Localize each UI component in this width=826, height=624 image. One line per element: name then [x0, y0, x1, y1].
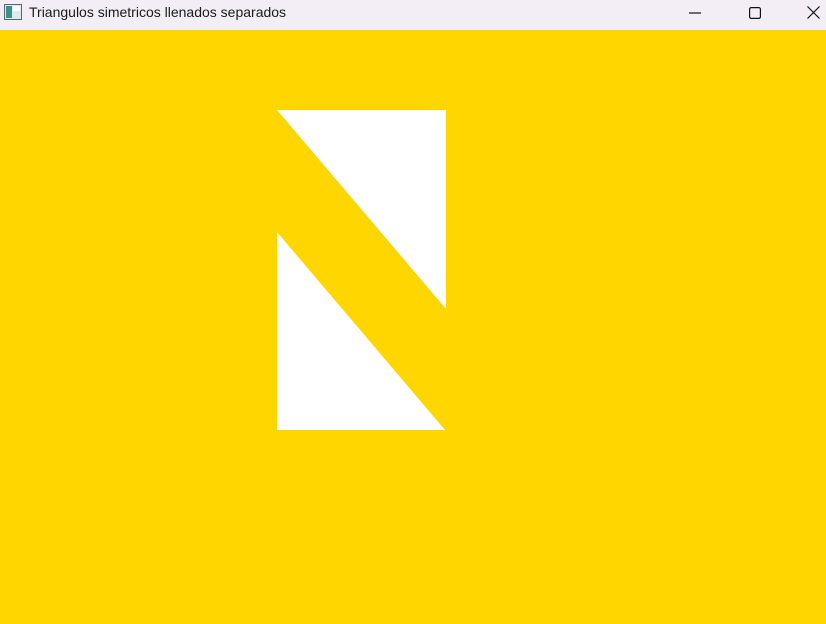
minimize-button[interactable]: [672, 0, 718, 30]
maximize-button[interactable]: [732, 0, 778, 30]
app-window-icon: [4, 4, 22, 20]
close-button[interactable]: [790, 0, 826, 30]
maximize-icon: [749, 6, 762, 24]
app-window: Triangulos simetricos llenados separados: [0, 0, 826, 624]
close-icon: [806, 6, 820, 24]
drawing-canvas: [277, 110, 446, 430]
title-bar[interactable]: Triangulos simetricos llenados separados: [0, 0, 826, 30]
drawing-area: [0, 30, 826, 624]
window-title: Triangulos simetricos llenados separados: [29, 4, 287, 20]
minimize-icon: [689, 6, 701, 24]
